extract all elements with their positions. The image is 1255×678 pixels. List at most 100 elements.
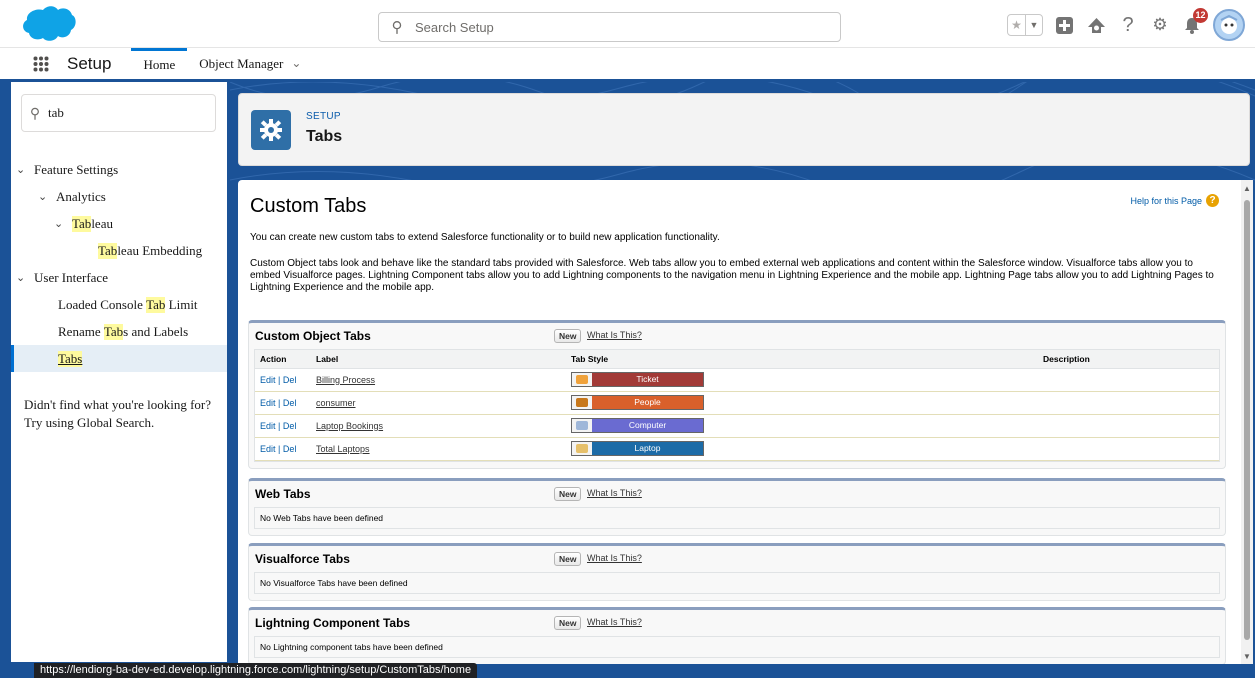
visualforce-tabs-section: Visualforce Tabs New What Is This? No Vi… xyxy=(248,543,1226,601)
section-title: Visualforce Tabs xyxy=(255,552,350,566)
setup-sidebar: ⚲ tab ⌄ Feature Settings ⌄ Analytics ⌄ T… xyxy=(11,82,227,662)
help-icon[interactable]: ? xyxy=(1117,14,1139,36)
scrollbar-thumb[interactable] xyxy=(1244,200,1250,640)
search-icon: ⚲ xyxy=(391,19,403,36)
trailhead-icon[interactable] xyxy=(1085,14,1107,36)
tree-label: leau xyxy=(91,215,113,231)
tab-style-swatch: Laptop xyxy=(571,441,704,456)
custom-object-tabs-table: Action Label Tab Style Description Edit … xyxy=(255,350,1219,461)
delete-link[interactable]: Del xyxy=(283,421,297,431)
new-visualforce-tab-button[interactable]: New xyxy=(554,552,582,566)
row-label-cell: consumer xyxy=(311,391,566,415)
header-actions: ★ ▼ ? ⚙ 12 xyxy=(1007,8,1245,42)
visualforce-tabs-list: No Visualforce Tabs have been defined xyxy=(254,572,1220,594)
favorites-button[interactable]: ★ ▼ xyxy=(1007,14,1043,36)
tab-style-icon xyxy=(572,373,592,386)
search-setup-input[interactable] xyxy=(415,19,815,35)
scroll-up-arrow[interactable]: ▲ xyxy=(1243,184,1251,193)
what-is-this-link[interactable]: What Is This? xyxy=(587,553,642,563)
row-label-cell: Total Laptops xyxy=(311,437,566,461)
tree-node-tabs[interactable]: Tabs xyxy=(11,345,227,372)
chevron-down-icon[interactable]: ⌄ xyxy=(291,56,301,71)
delete-link[interactable]: Del xyxy=(283,398,297,408)
tree-label: leau Embedding xyxy=(117,242,203,258)
avatar[interactable] xyxy=(1213,9,1245,41)
row-actions: Edit | Del xyxy=(255,414,311,438)
setup-tree: ⌄ Feature Settings ⌄ Analytics ⌄ Tab leau… xyxy=(11,156,227,372)
highlight: Tab xyxy=(146,296,166,313)
salesforce-cloud-icon[interactable] xyxy=(20,5,76,43)
new-web-tab-button[interactable]: New xyxy=(554,487,582,501)
tab-style-name: Computer xyxy=(592,419,703,432)
tab-style-icon xyxy=(572,396,592,409)
tree-node-feature-settings[interactable]: ⌄ Feature Settings xyxy=(11,156,227,183)
custom-object-tabs-table-wrap: Action Label Tab Style Description Edit … xyxy=(254,349,1220,462)
tab-object-manager[interactable]: Object Manager ⌄ xyxy=(187,48,313,79)
tree-node-analytics[interactable]: ⌄ Analytics xyxy=(11,183,227,210)
edit-link[interactable]: Edit xyxy=(260,375,276,385)
chevron-down-icon[interactable]: ⌄ xyxy=(16,163,28,176)
app-launcher-icon[interactable] xyxy=(33,48,65,79)
bell-icon[interactable]: 12 xyxy=(1181,8,1208,36)
tree-node-loaded-console-tab-limit[interactable]: Loaded Console Tab Limit xyxy=(11,291,227,318)
tab-label-link[interactable]: Total Laptops xyxy=(316,444,370,454)
section-title: Custom Object Tabs xyxy=(255,329,371,343)
edit-link[interactable]: Edit xyxy=(260,421,276,431)
quick-find-value: tab xyxy=(48,105,64,120)
tab-style-icon xyxy=(572,419,592,432)
what-is-this-link[interactable]: What Is This? xyxy=(587,488,642,498)
page-title: Tabs xyxy=(306,128,343,145)
row-description-cell xyxy=(1038,391,1219,415)
tab-label-link[interactable]: Laptop Bookings xyxy=(316,421,383,431)
delete-link[interactable]: Del xyxy=(283,444,297,454)
empty-message: No Visualforce Tabs have been defined xyxy=(255,573,1219,593)
table-row: Edit | Del Billing Process Ticket xyxy=(255,368,1219,392)
chevron-down-icon[interactable]: ⌄ xyxy=(16,271,28,284)
tree-label: s and Labels xyxy=(123,323,189,339)
tab-home[interactable]: Home xyxy=(131,48,188,79)
search-setup-box[interactable]: ⚲ xyxy=(378,12,841,42)
quick-find-input[interactable]: ⚲ tab xyxy=(21,94,216,132)
tree-node-user-interface[interactable]: ⌄ User Interface xyxy=(11,264,227,291)
new-lightning-component-tab-button[interactable]: New xyxy=(554,616,582,630)
tab-object-manager-label: Object Manager xyxy=(199,55,284,71)
highlight: Tabs xyxy=(58,350,83,367)
row-tab-style-cell: Computer xyxy=(566,414,1038,438)
tree-label: Feature Settings xyxy=(34,161,119,177)
custom-object-tabs-rows: Edit | Del Billing Process Ticket Edit | De… xyxy=(255,368,1219,461)
help-for-this-page-link[interactable]: Help for this Page ? xyxy=(1130,194,1219,207)
delete-link[interactable]: Del xyxy=(283,375,297,385)
web-tabs-list: No Web Tabs have been defined xyxy=(254,507,1220,529)
add-icon[interactable] xyxy=(1053,14,1075,36)
row-tab-style-cell: People xyxy=(566,391,1038,415)
tree-node-rename-tabs-and-labels[interactable]: Rename Tab s and Labels xyxy=(11,318,227,345)
chevron-down-icon[interactable]: ▼ xyxy=(1025,15,1042,35)
tree-node-tableau-embedding[interactable]: Tab leau Embedding xyxy=(11,237,227,264)
edit-link[interactable]: Edit xyxy=(260,398,276,408)
star-icon[interactable]: ★ xyxy=(1008,15,1025,35)
edit-link[interactable]: Edit xyxy=(260,444,276,454)
custom-object-tabs-section: Custom Object Tabs New What Is This? Act… xyxy=(248,320,1226,469)
section-header: Web Tabs New What Is This? xyxy=(249,481,1225,507)
chevron-down-icon[interactable]: ⌄ xyxy=(54,217,66,230)
tab-style-name: Ticket xyxy=(592,373,703,386)
content-scrollbar[interactable]: ▲ ▼ xyxy=(1241,180,1253,664)
tab-label-link[interactable]: Billing Process xyxy=(316,375,375,385)
highlight: Tab xyxy=(98,242,118,259)
web-tabs-section: Web Tabs New What Is This? No Web Tabs h… xyxy=(248,478,1226,536)
new-custom-object-tab-button[interactable]: New xyxy=(554,329,582,343)
highlight: Tab xyxy=(72,215,92,232)
what-is-this-link[interactable]: What Is This? xyxy=(587,617,642,627)
action-separator: | xyxy=(275,420,283,431)
what-is-this-link[interactable]: What Is This? xyxy=(587,330,642,340)
help-icon[interactable]: ? xyxy=(1206,194,1219,207)
row-label-cell: Laptop Bookings xyxy=(311,414,566,438)
gear-icon[interactable]: ⚙ xyxy=(1149,14,1171,36)
scroll-down-arrow[interactable]: ▼ xyxy=(1243,652,1251,661)
tree-label: Loaded Console xyxy=(58,296,147,312)
tab-label-link[interactable]: consumer xyxy=(316,398,356,408)
tree-node-tableau[interactable]: ⌄ Tab leau xyxy=(11,210,227,237)
chevron-down-icon[interactable]: ⌄ xyxy=(38,190,50,203)
page-header: SETUP Tabs xyxy=(238,93,1250,166)
tab-style-icon xyxy=(572,442,592,455)
